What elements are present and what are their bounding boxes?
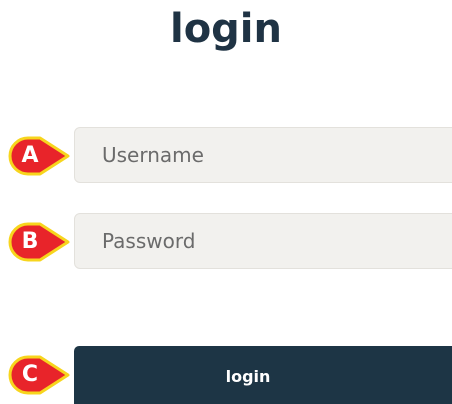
callout-c-marker: C [8,355,70,395]
callout-b-label: B [21,229,39,254]
username-field[interactable] [74,127,452,183]
callout-a-marker: A [8,136,70,176]
callout-c-label: C [21,362,39,387]
callout-a-label: A [21,143,39,168]
password-field[interactable] [74,213,452,269]
callout-b-marker: B [8,222,70,262]
login-button[interactable]: login [74,346,452,404]
username-input[interactable] [75,128,452,182]
password-input[interactable] [75,214,452,268]
page-title: login [169,6,282,52]
